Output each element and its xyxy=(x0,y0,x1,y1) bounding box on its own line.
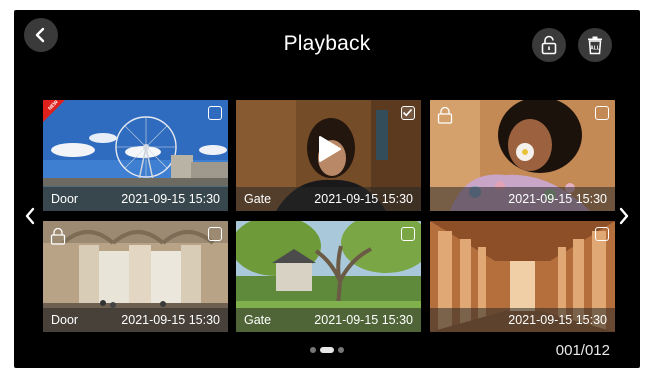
select-checkbox[interactable] xyxy=(595,227,609,241)
svg-text:ALL: ALL xyxy=(590,46,600,52)
timestamp: 2021-09-15 15:30 xyxy=(121,192,220,206)
page-dot[interactable] xyxy=(310,347,316,353)
camera-label: Door xyxy=(51,192,79,206)
thumbnail-caption: Door 2021-09-15 15:30 xyxy=(43,187,228,211)
page-indicator xyxy=(310,347,344,353)
page-counter: 001/012 xyxy=(555,342,610,359)
timestamp: 2021-09-15 15:30 xyxy=(314,192,413,206)
select-checkbox[interactable] xyxy=(208,106,222,120)
select-checkbox[interactable] xyxy=(208,227,222,241)
thumbnail-card[interactable]: Gate 2021-09-15 15:30 xyxy=(236,100,421,211)
camera-label: Gate xyxy=(244,313,272,327)
thumbnail-card[interactable]: Gate 2021-09-15 15:30 xyxy=(236,221,421,332)
lock-icon xyxy=(541,35,557,55)
timestamp: 2021-09-15 15:30 xyxy=(314,313,413,327)
prev-page-button[interactable] xyxy=(24,207,36,230)
thumbnail-card[interactable]: NEW Door 2021-09-15 15:30 xyxy=(43,100,228,211)
thumbnail-grid: NEW Door 2021-09-15 15:30 Gate 2021-09-1… xyxy=(43,100,615,332)
lock-badge-icon xyxy=(50,228,66,245)
lock-button[interactable] xyxy=(532,28,566,62)
thumbnail-caption: 2021-09-15 15:30 xyxy=(430,308,615,332)
timestamp: 2021-09-15 15:30 xyxy=(508,192,607,206)
select-checkbox-checked[interactable] xyxy=(401,106,415,120)
thumbnail-card[interactable]: Door 2021-09-15 15:30 xyxy=(43,221,228,332)
play-icon[interactable] xyxy=(316,135,342,163)
page-dot-active[interactable] xyxy=(320,347,334,353)
page-dot[interactable] xyxy=(338,347,344,353)
playback-screen: Playback ALL NEW Door 2021-09-15 15:30 G… xyxy=(14,10,640,368)
next-page-button[interactable] xyxy=(618,207,630,230)
lock-badge-icon xyxy=(437,107,453,124)
checkmark-icon xyxy=(402,108,413,117)
thumbnail-card[interactable]: 2021-09-15 15:30 xyxy=(430,221,615,332)
timestamp: 2021-09-15 15:30 xyxy=(508,313,607,327)
delete-all-button[interactable]: ALL xyxy=(578,28,612,62)
thumbnail-caption: 2021-09-15 15:30 xyxy=(430,187,615,211)
chevron-left-icon xyxy=(25,207,35,225)
thumbnail-caption: Door 2021-09-15 15:30 xyxy=(43,308,228,332)
select-checkbox[interactable] xyxy=(595,106,609,120)
timestamp: 2021-09-15 15:30 xyxy=(121,313,220,327)
thumbnail-caption: Gate 2021-09-15 15:30 xyxy=(236,308,421,332)
thumbnail-card[interactable]: 2021-09-15 15:30 xyxy=(430,100,615,211)
thumbnail-caption: Gate 2021-09-15 15:30 xyxy=(236,187,421,211)
new-badge: NEW xyxy=(43,100,65,122)
camera-label: Gate xyxy=(244,192,272,206)
chevron-right-icon xyxy=(619,207,629,225)
select-checkbox[interactable] xyxy=(401,227,415,241)
camera-label: Door xyxy=(51,313,79,327)
trash-all-icon: ALL xyxy=(588,36,602,55)
